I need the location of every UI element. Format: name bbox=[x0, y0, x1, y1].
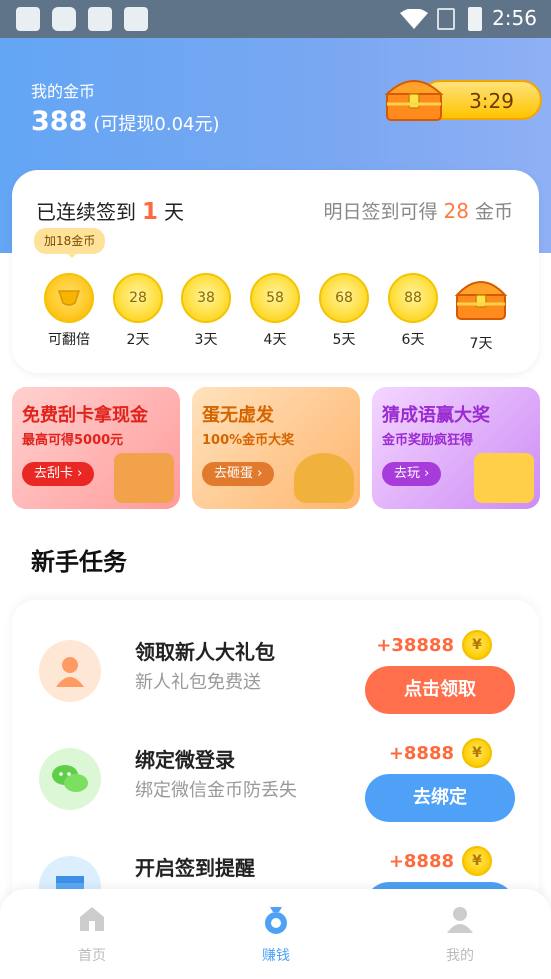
yen-coin-icon: ¥ bbox=[462, 846, 492, 876]
coin-icon: 58 bbox=[250, 273, 300, 323]
status-time: 2:56 bbox=[492, 6, 537, 30]
task-title: 绑定微登录 bbox=[135, 748, 235, 772]
nav-label: 首页 bbox=[78, 948, 106, 964]
home-icon bbox=[80, 907, 104, 931]
banner-subtitle: 金币奖励疯狂得 bbox=[382, 433, 474, 448]
idiom-game-banner[interactable]: 猜成语赢大奖 金币奖励疯狂得 去玩 › bbox=[372, 387, 540, 509]
scratch-card-button[interactable]: 去刮卡 › bbox=[22, 462, 95, 486]
banner-subtitle: 100%金币大奖 bbox=[202, 433, 295, 448]
signin-day-7[interactable]: 7天 bbox=[454, 273, 508, 353]
streak-unit: 天 bbox=[164, 200, 185, 224]
yen-coin-icon: ¥ bbox=[462, 630, 492, 660]
gift-box-icon bbox=[474, 453, 534, 503]
treasure-chest-icon[interactable] bbox=[383, 70, 445, 124]
status-bar: 2:56 bbox=[0, 0, 551, 38]
notification-icon bbox=[52, 7, 76, 31]
coin-balance: 388 (可提现0.04元) bbox=[31, 106, 220, 137]
play-button[interactable]: 去玩 › bbox=[382, 462, 442, 486]
section-title: 新手任务 bbox=[31, 548, 127, 576]
streak-prefix: 已连续签到 bbox=[36, 200, 136, 224]
notification-icon bbox=[16, 7, 40, 31]
coin-icon: 88 bbox=[388, 273, 438, 323]
wechat-icon bbox=[39, 748, 101, 810]
day-label: 4天 bbox=[263, 332, 287, 348]
bonus-tip: 加18金币 bbox=[34, 228, 106, 258]
nav-label: 赚钱 bbox=[262, 948, 290, 964]
golden-egg-icon bbox=[294, 453, 354, 503]
scratch-card-banner[interactable]: 免费刮卡拿现金 最高可得5000元 去刮卡 › bbox=[12, 387, 180, 509]
signin-day-3[interactable]: 38 3天 bbox=[179, 273, 233, 349]
store-bag-icon bbox=[124, 7, 148, 31]
day-label: 6天 bbox=[401, 332, 425, 348]
bind-wechat-button[interactable]: 去绑定 bbox=[365, 774, 515, 822]
notification-icon bbox=[88, 7, 112, 31]
signin-card: 已连续签到 1 天 明日签到可得 28 金币 加18金币 可翻倍 28 2天 3… bbox=[12, 170, 539, 373]
battery-icon bbox=[468, 7, 482, 31]
task-title: 开启签到提醒 bbox=[135, 856, 255, 880]
double-coin-icon bbox=[44, 273, 94, 323]
reward-amount: +8888 bbox=[388, 850, 454, 872]
task-desc: 新人礼包免费送 bbox=[135, 672, 261, 693]
coin-icon: 68 bbox=[319, 273, 369, 323]
streak-text: 已连续签到 1 天 bbox=[36, 196, 184, 225]
tomorrow-unit: 金币 bbox=[474, 201, 513, 223]
banner-title: 猜成语赢大奖 bbox=[382, 405, 490, 426]
signin-day-2[interactable]: 28 2天 bbox=[111, 273, 165, 349]
day-label: 3天 bbox=[194, 332, 218, 348]
coin-amount: 388 bbox=[31, 106, 88, 137]
tomorrow-reward: 明日签到可得 28 金币 bbox=[324, 197, 513, 224]
coin-icon: 28 bbox=[113, 273, 163, 323]
bottom-nav: 首页 赚钱 我的 bbox=[0, 889, 551, 979]
smash-egg-banner[interactable]: 蛋无虚发 100%金币大奖 去砸蛋 › bbox=[192, 387, 360, 509]
reward-amount: +38888 bbox=[376, 634, 454, 656]
banner-subtitle: 最高可得5000元 bbox=[22, 433, 124, 448]
nav-home[interactable]: 首页 bbox=[52, 903, 132, 965]
yen-coin-icon: ¥ bbox=[462, 738, 492, 768]
nav-profile[interactable]: 我的 bbox=[420, 903, 500, 965]
nav-label: 我的 bbox=[446, 948, 474, 964]
day-label: 5天 bbox=[332, 332, 356, 348]
day-label: 2天 bbox=[126, 332, 150, 348]
nav-earn[interactable]: 赚钱 bbox=[236, 903, 316, 965]
signin-day-5[interactable]: 68 5天 bbox=[317, 273, 371, 349]
task-title: 领取新人大礼包 bbox=[135, 640, 275, 664]
coin-icon: 38 bbox=[181, 273, 231, 323]
smash-egg-button[interactable]: 去砸蛋 › bbox=[202, 462, 275, 486]
task-reward: +38888 ¥ bbox=[376, 630, 492, 660]
sim-icon bbox=[437, 8, 455, 30]
timer-text: 3:29 bbox=[469, 89, 514, 113]
task-desc: 绑定微信金币防丢失 bbox=[135, 780, 297, 801]
signin-day-4[interactable]: 58 4天 bbox=[248, 273, 302, 349]
task-reward: +8888 ¥ bbox=[389, 846, 492, 876]
coin-label: 我的金币 bbox=[31, 82, 96, 101]
day-label: 可翻倍 bbox=[48, 332, 90, 348]
task-reward: +8888 ¥ bbox=[389, 738, 492, 768]
task-item: 领取新人大礼包 新人礼包免费送 +38888 ¥ 点击领取 bbox=[12, 628, 539, 738]
wallet-icon bbox=[114, 453, 174, 503]
signin-day-6[interactable]: 88 6天 bbox=[386, 273, 440, 349]
tomorrow-amount: 28 bbox=[443, 199, 469, 223]
claim-gift-button[interactable]: 点击领取 bbox=[365, 666, 515, 714]
banner-title: 免费刮卡拿现金 bbox=[22, 405, 148, 426]
money-bag-icon bbox=[265, 907, 287, 934]
user-icon bbox=[447, 907, 473, 933]
reward-amount: +8888 bbox=[388, 742, 454, 764]
day-label: 7天 bbox=[469, 336, 493, 352]
wifi-icon bbox=[400, 9, 428, 29]
task-item: 绑定微登录 绑定微信金币防丢失 +8888 ¥ 去绑定 bbox=[12, 736, 539, 846]
withdraw-hint: (可提现0.04元) bbox=[93, 114, 220, 135]
banner-title: 蛋无虚发 bbox=[202, 405, 274, 426]
tomorrow-prefix: 明日签到可得 bbox=[323, 201, 438, 223]
streak-days: 1 bbox=[142, 199, 159, 225]
user-avatar-icon bbox=[39, 640, 101, 702]
treasure-chest-icon bbox=[454, 281, 508, 320]
signin-day-1[interactable]: 可翻倍 bbox=[42, 273, 96, 349]
